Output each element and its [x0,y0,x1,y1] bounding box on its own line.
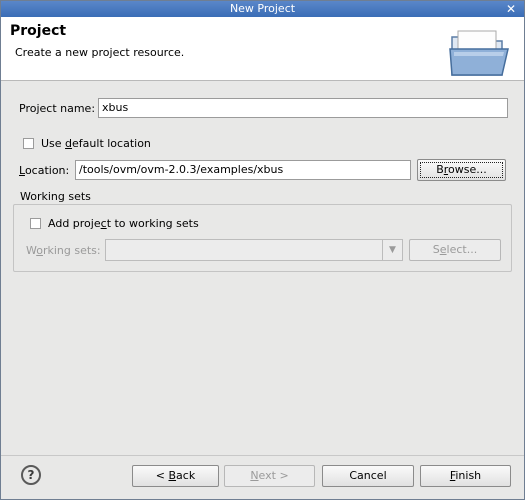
working-sets-group-label: Working sets [19,190,92,203]
help-icon[interactable]: ? [21,465,41,485]
chevron-down-icon[interactable]: ▼ [382,240,402,260]
select-button[interactable]: Select... [409,239,501,261]
wizard-banner: Project Create a new project resource. [1,17,524,81]
use-default-location-label: Use default location [41,137,151,150]
working-sets-combo-label: Working sets: [26,244,101,257]
title-bar: New Project ✕ [1,1,524,17]
browse-button[interactable]: Browse... [417,159,506,181]
project-name-input[interactable]: xbus [98,98,508,118]
cancel-button[interactable]: Cancel [322,465,414,487]
project-name-label: Project name: [19,102,96,115]
new-project-dialog: New Project ✕ Project Create a new proje… [0,0,525,500]
add-to-working-sets-checkbox[interactable] [30,218,41,229]
page-title: Project [10,23,67,39]
working-sets-group [13,204,512,272]
location-input[interactable]: /tools/ovm/ovm-2.0.3/examples/xbus [75,160,411,180]
back-button[interactable]: < Back [132,465,219,487]
location-value: /tools/ovm/ovm-2.0.3/examples/xbus [79,163,284,176]
folder-icon [447,26,515,80]
working-sets-combo[interactable]: ▼ [105,239,403,261]
add-to-working-sets-label: Add project to working sets [48,217,199,230]
location-label: Location: [19,164,70,177]
next-button[interactable]: Next > [224,465,315,487]
footer-separator [1,455,524,456]
window-title: New Project [229,2,296,15]
finish-button[interactable]: Finish [420,465,511,487]
use-default-location-checkbox[interactable] [23,138,34,149]
page-description: Create a new project resource. [15,46,185,59]
close-icon[interactable]: ✕ [504,2,518,16]
project-name-value: xbus [102,101,129,114]
